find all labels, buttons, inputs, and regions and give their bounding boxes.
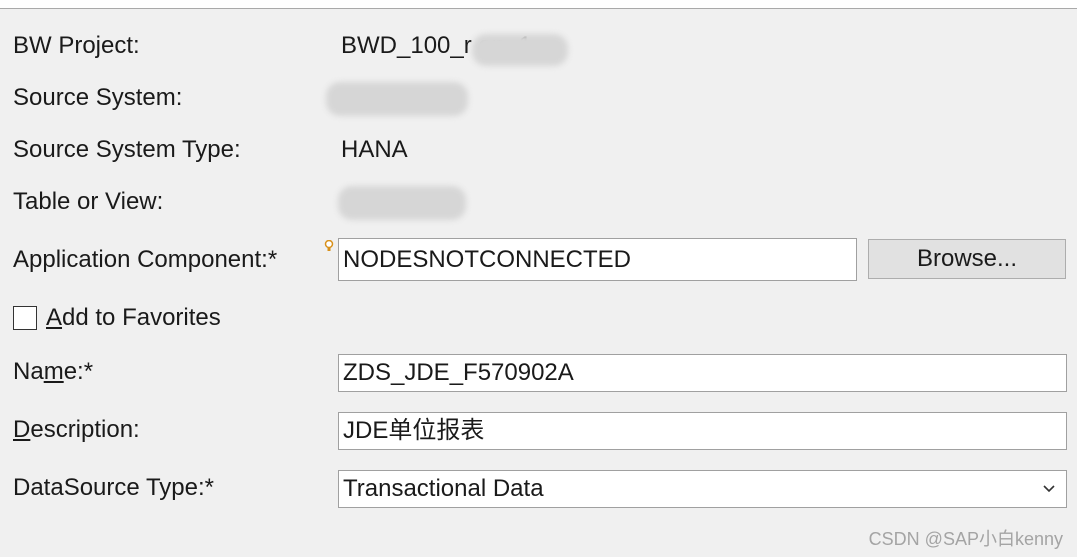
redaction-blur [472,34,568,66]
name-input[interactable]: ZDS_JDE_F570902A [338,354,1067,392]
add-to-favorites-text: dd to Favorites [62,304,221,331]
bw-project-label: BW Project: [13,32,140,59]
mnemonic-letter: m [43,358,64,385]
browse-button[interactable]: Browse... [868,239,1066,279]
source-system-type-label: Source System Type: [13,136,241,163]
datasource-type-label: DataSource Type:* [13,474,215,501]
table-or-view-label: Table or View: [13,188,164,215]
chevron-down-icon[interactable] [1032,471,1066,507]
mnemonic-letter: D [13,416,31,443]
table-or-view-redacted [338,186,466,220]
datasource-type-value: Transactional Data [343,475,544,502]
add-to-favorites-label[interactable]: Add to Favorites [46,304,221,332]
top-border [0,0,1077,9]
source-system-redacted [326,82,468,116]
description-label: Description: [13,416,140,444]
name-label-pre: Na [13,358,44,385]
add-to-favorites-checkbox[interactable] [13,306,37,330]
application-component-input[interactable]: NODESNOTCONNECTED [338,238,857,281]
source-system-type-value: HANA [341,136,408,163]
datasource-type-select[interactable]: Transactional Data [338,470,1067,508]
watermark: CSDN @SAP小白kenny [868,529,1063,549]
mnemonic-letter: A [46,304,63,331]
description-label-text: escription: [30,416,140,443]
lightbulb-icon [324,240,334,251]
application-component-label: Application Component:* [13,246,278,273]
source-system-label: Source System: [13,84,183,111]
name-label: Name:* [13,358,93,386]
name-label-post: e:* [63,358,94,385]
description-input[interactable]: JDE单位报表 [338,412,1067,450]
